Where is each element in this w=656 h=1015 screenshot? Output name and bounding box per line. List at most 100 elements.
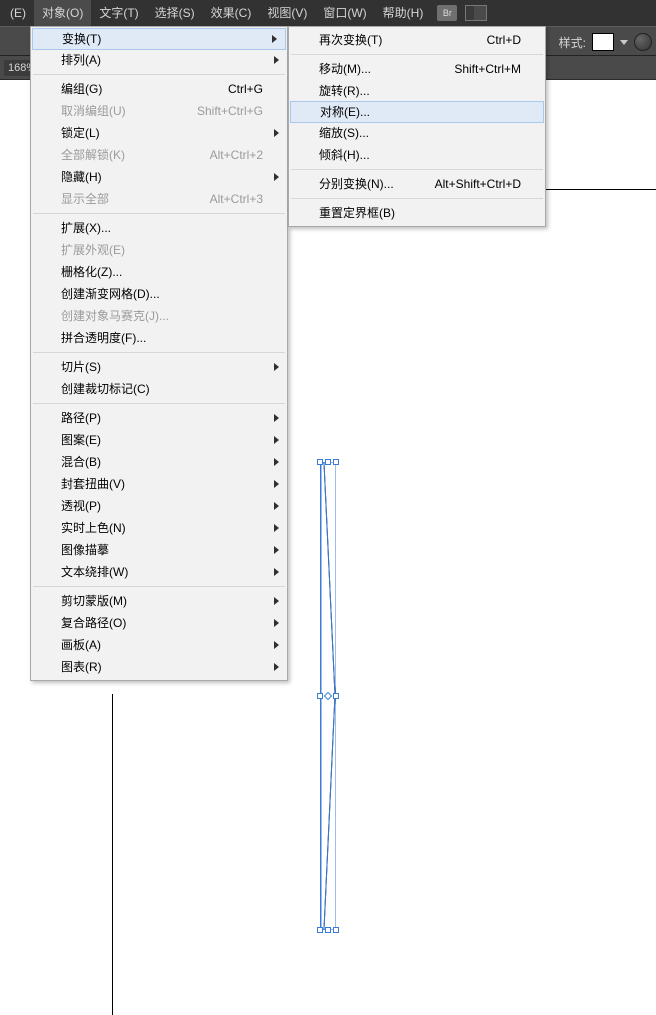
- object-menu-item-label: 图表(R): [61, 656, 102, 678]
- transform-submenu-item-shortcut: Alt+Shift+Ctrl+D: [405, 173, 521, 195]
- transform-submenu: 再次变换(T) Ctrl+D 移动(M)...Shift+Ctrl+M旋转(R)..…: [288, 26, 546, 227]
- object-menu-separator: [33, 213, 285, 214]
- object-menu-item-32[interactable]: 图表(R): [31, 656, 287, 678]
- transform-submenu-item-label: 移动(M)...: [319, 58, 371, 80]
- object-menu-item-0[interactable]: 变换(T): [32, 28, 286, 50]
- transform-submenu-item-label: 再次变换(T): [319, 29, 382, 51]
- handle-br[interactable]: [333, 927, 339, 933]
- menu-object[interactable]: 对象(O): [34, 0, 91, 26]
- menu-edit-partial[interactable]: (E): [2, 0, 34, 26]
- handle-tr[interactable]: [333, 459, 339, 465]
- transform-submenu-item-0[interactable]: 再次变换(T) Ctrl+D: [289, 29, 545, 51]
- handle-mr[interactable]: [333, 693, 339, 699]
- object-menu-item-20[interactable]: 路径(P): [31, 407, 287, 429]
- submenu-arrow-icon: [274, 597, 279, 605]
- handle-tl[interactable]: [317, 459, 323, 465]
- transform-submenu-item-label: 旋转(R)...: [319, 80, 370, 102]
- object-menu-item-29[interactable]: 剪切蒙版(M): [31, 590, 287, 612]
- handle-mb[interactable]: [325, 927, 331, 933]
- object-menu-item-25[interactable]: 实时上色(N): [31, 517, 287, 539]
- object-menu-item-6: 全部解锁(K)Alt+Ctrl+2: [31, 144, 287, 166]
- object-menu-item-label: 路径(P): [61, 407, 101, 429]
- object-menu-item-label: 剪切蒙版(M): [61, 590, 127, 612]
- object-menu-item-15[interactable]: 拼合透明度(F)...: [31, 327, 287, 349]
- transform-submenu-item-10[interactable]: 重置定界框(B): [289, 202, 545, 224]
- object-menu-separator: [33, 403, 285, 404]
- object-menu-item-label: 显示全部: [61, 188, 109, 210]
- transform-submenu-item-label: 倾斜(H)...: [319, 144, 370, 166]
- style-swatch[interactable]: [592, 33, 614, 51]
- handle-bl[interactable]: [317, 927, 323, 933]
- object-menu-item-label: 封套扭曲(V): [61, 473, 125, 495]
- object-menu-item-3[interactable]: 编组(G)Ctrl+G: [31, 78, 287, 100]
- menubar: (E) 对象(O) 文字(T) 选择(S) 效果(C) 视图(V) 窗口(W) …: [0, 0, 656, 26]
- object-menu-item-label: 创建渐变网格(D)...: [61, 283, 160, 305]
- transform-submenu-item-4[interactable]: 对称(E)...: [290, 101, 544, 123]
- object-menu-item-17[interactable]: 切片(S): [31, 356, 287, 378]
- submenu-arrow-icon: [274, 641, 279, 649]
- selected-object[interactable]: [320, 462, 336, 930]
- object-menu-item-13[interactable]: 创建渐变网格(D)...: [31, 283, 287, 305]
- object-menu-item-30[interactable]: 复合路径(O): [31, 612, 287, 634]
- object-menu-item-27[interactable]: 文本绕排(W): [31, 561, 287, 583]
- object-menu-item-21[interactable]: 图案(E): [31, 429, 287, 451]
- transform-submenu-separator: [291, 198, 543, 199]
- submenu-arrow-icon: [274, 56, 279, 64]
- object-menu-item-23[interactable]: 封套扭曲(V): [31, 473, 287, 495]
- object-menu-item-12[interactable]: 栅格化(Z)...: [31, 261, 287, 283]
- submenu-arrow-icon: [274, 546, 279, 554]
- transform-submenu-separator: [291, 169, 543, 170]
- menu-effect[interactable]: 效果(C): [203, 0, 260, 26]
- object-menu-item-shortcut: Alt+Ctrl+2: [180, 144, 263, 166]
- object-menu-separator: [33, 74, 285, 75]
- object-menu-item-1[interactable]: 排列(A): [31, 49, 287, 71]
- globe-icon[interactable]: [634, 33, 652, 51]
- menu-view[interactable]: 视图(V): [259, 0, 315, 26]
- object-menu-item-label: 排列(A): [61, 49, 101, 71]
- transform-submenu-item-5[interactable]: 缩放(S)...: [289, 122, 545, 144]
- object-menu-item-18[interactable]: 创建裁切标记(C): [31, 378, 287, 400]
- object-menu-item-label: 混合(B): [61, 451, 101, 473]
- workspace-layout-icon[interactable]: [465, 5, 487, 21]
- bridge-icon[interactable]: Br: [437, 5, 457, 21]
- transform-submenu-item-label: 重置定界框(B): [319, 202, 395, 224]
- menu-type[interactable]: 文字(T): [91, 0, 146, 26]
- object-menu-item-11: 扩展外观(E): [31, 239, 287, 261]
- object-menu-separator: [33, 352, 285, 353]
- transform-submenu-item-shortcut: Ctrl+D: [457, 29, 521, 51]
- object-menu-item-24[interactable]: 透视(P): [31, 495, 287, 517]
- submenu-arrow-icon: [272, 35, 277, 43]
- menu-help[interactable]: 帮助(H): [375, 0, 432, 26]
- style-dropdown-icon[interactable]: [620, 40, 628, 45]
- object-menu-item-14: 创建对象马赛克(J)...: [31, 305, 287, 327]
- transform-submenu-item-2[interactable]: 移动(M)...Shift+Ctrl+M: [289, 58, 545, 80]
- submenu-arrow-icon: [274, 568, 279, 576]
- object-menu-item-shortcut: Ctrl+G: [198, 78, 263, 100]
- object-menu-item-label: 画板(A): [61, 634, 101, 656]
- object-menu-item-31[interactable]: 画板(A): [31, 634, 287, 656]
- handle-ml[interactable]: [317, 693, 323, 699]
- object-menu-item-shortcut: Shift+Ctrl+G: [167, 100, 263, 122]
- transform-submenu-item-3[interactable]: 旋转(R)...: [289, 80, 545, 102]
- object-menu-item-shortcut: Alt+Ctrl+3: [180, 188, 263, 210]
- object-menu-item-26[interactable]: 图像描摹: [31, 539, 287, 561]
- object-menu-item-5[interactable]: 锁定(L): [31, 122, 287, 144]
- transform-submenu-separator: [291, 54, 543, 55]
- object-menu: 变换(T)排列(A)编组(G)Ctrl+G取消编组(U)Shift+Ctrl+G…: [30, 26, 288, 681]
- submenu-arrow-icon: [274, 414, 279, 422]
- object-menu-item-7[interactable]: 隐藏(H): [31, 166, 287, 188]
- transform-submenu-item-8[interactable]: 分别变换(N)...Alt+Shift+Ctrl+D: [289, 173, 545, 195]
- object-menu-item-22[interactable]: 混合(B): [31, 451, 287, 473]
- object-menu-item-label: 扩展外观(E): [61, 239, 125, 261]
- object-menu-item-label: 实时上色(N): [61, 517, 126, 539]
- object-menu-item-label: 变换(T): [62, 28, 101, 50]
- artboard-edge-v: [112, 694, 113, 1015]
- transform-submenu-item-6[interactable]: 倾斜(H)...: [289, 144, 545, 166]
- object-menu-item-label: 文本绕排(W): [61, 561, 128, 583]
- menu-select[interactable]: 选择(S): [147, 0, 203, 26]
- menu-window[interactable]: 窗口(W): [315, 0, 374, 26]
- object-menu-item-10[interactable]: 扩展(X)...: [31, 217, 287, 239]
- object-menu-item-label: 拼合透明度(F)...: [61, 327, 146, 349]
- transform-submenu-item-label: 缩放(S)...: [319, 122, 369, 144]
- handle-mt[interactable]: [325, 459, 331, 465]
